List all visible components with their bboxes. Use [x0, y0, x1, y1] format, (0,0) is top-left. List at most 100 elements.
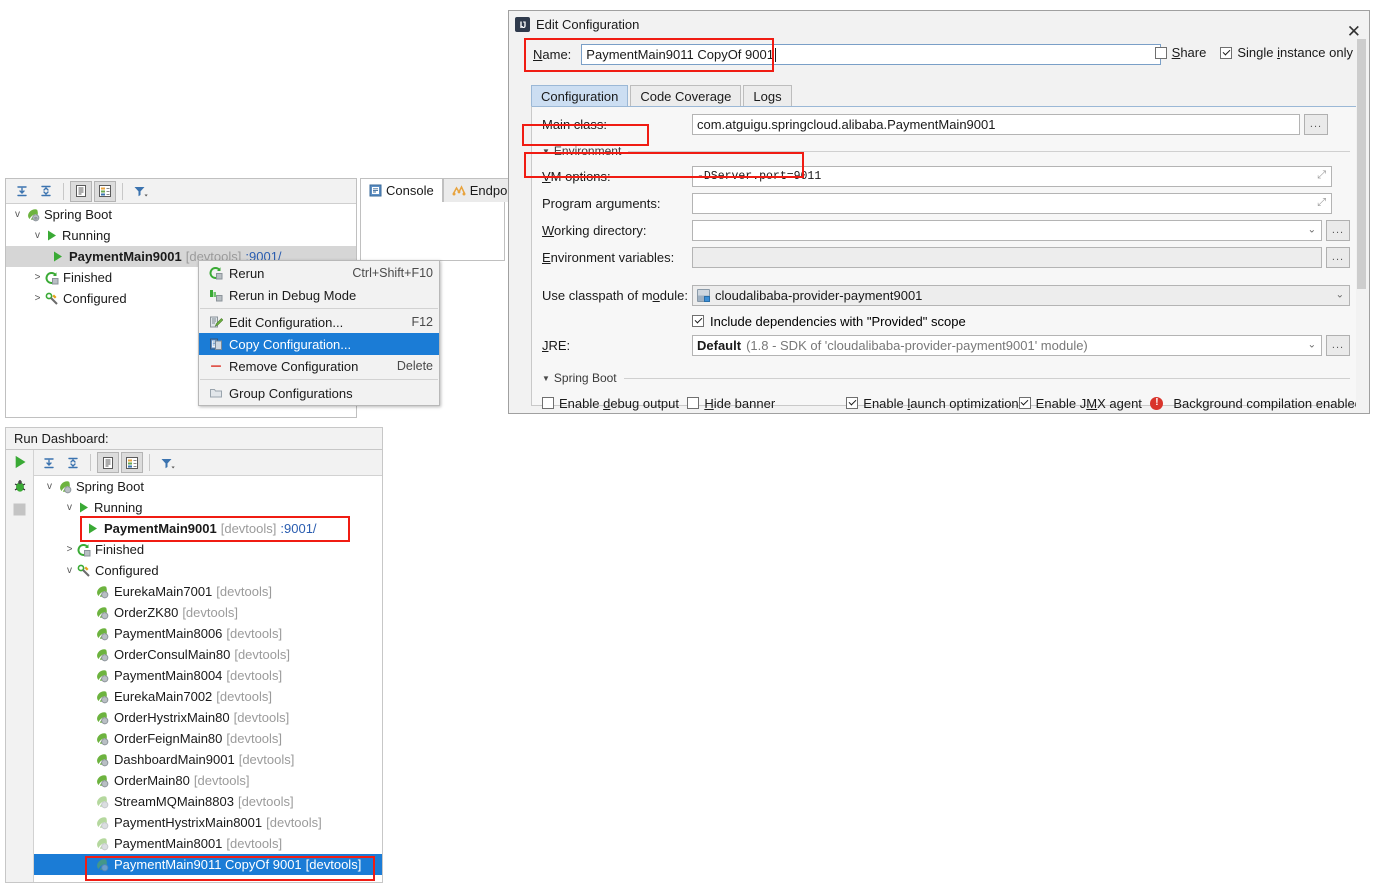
debug-rerun-icon: [205, 288, 227, 302]
main-class-input[interactable]: com.atguigu.springcloud.alibaba.PaymentM…: [692, 113, 1300, 135]
jre-browse-button[interactable]: ...: [1326, 334, 1350, 356]
tab-configuration[interactable]: Configuration: [531, 85, 629, 107]
tree-row-config[interactable]: EurekaMain7001 [devtools]: [34, 581, 382, 602]
tree-row-config[interactable]: PaymentMain8001 [devtools]: [34, 833, 382, 854]
checkbox-box[interactable]: [1154, 46, 1167, 59]
chevron-right-icon[interactable]: >: [30, 293, 45, 304]
checkbox-box[interactable]: [846, 397, 859, 409]
tree-row-configured[interactable]: v Configured: [34, 560, 382, 581]
enable-launch-optimization-checkbox[interactable]: Enable launch optimization: [846, 396, 1019, 411]
chevron-right-icon[interactable]: >: [62, 544, 77, 555]
chevron-down-icon[interactable]: v: [30, 230, 45, 241]
chevron-down-icon[interactable]: ▼: [542, 374, 550, 383]
tree-row-running[interactable]: v Running: [34, 497, 382, 518]
tab-code-coverage[interactable]: Code Coverage: [630, 85, 742, 107]
scrollbar-thumb[interactable]: [1357, 39, 1366, 289]
menu-item-remove-configuration[interactable]: Remove Configuration Delete: [199, 355, 439, 377]
tree-row-config[interactable]: OrderMain80 [devtools]: [34, 770, 382, 791]
tree-row[interactable]: v Running: [6, 225, 356, 246]
tree-row-config[interactable]: PaymentMain8006 [devtools]: [34, 623, 382, 644]
tree-row-config[interactable]: DashboardMain9001 [devtools]: [34, 749, 382, 770]
chevron-down-icon[interactable]: ⌄: [1308, 225, 1316, 236]
chevron-down-icon[interactable]: ⌄: [1336, 290, 1344, 301]
menu-item-edit-configuration[interactable]: Edit Configuration... F12: [199, 311, 439, 333]
checkbox-box[interactable]: [542, 397, 554, 409]
collapse-all-icon[interactable]: [62, 452, 84, 473]
chevron-right-icon[interactable]: >: [30, 272, 45, 283]
dialog-options: Share Single instance only: [1154, 45, 1353, 60]
chevron-down-icon[interactable]: ⌄: [1308, 340, 1316, 351]
menu-item-rerun-debug[interactable]: Rerun in Debug Mode: [199, 284, 439, 306]
menu-item-rerun[interactable]: Rerun Ctrl+Shift+F10: [199, 262, 439, 284]
tree-row-spring-boot[interactable]: v Spring Boot: [34, 476, 382, 497]
chevron-down-icon[interactable]: v: [62, 565, 77, 576]
debug-bug-icon[interactable]: [12, 478, 28, 494]
menu-separator: [200, 308, 438, 309]
menu-item-copy-configuration[interactable]: Copy Configuration...: [199, 333, 439, 355]
tree-label: EurekaMain7001: [114, 584, 213, 599]
tree-row-config[interactable]: OrderFeignMain80 [devtools]: [34, 728, 382, 749]
tree-row[interactable]: v ◎ Spring Boot: [6, 204, 356, 225]
main-class-browse-button[interactable]: ...: [1304, 113, 1328, 135]
tree-row-selected-config[interactable]: PaymentMain9011 CopyOf 9001 [devtools]: [34, 854, 382, 875]
checkbox-box[interactable]: [692, 315, 704, 327]
include-dependencies-checkbox[interactable]: Include dependencies with "Provided" sco…: [692, 310, 966, 332]
filter-icon[interactable]: [156, 452, 178, 473]
expand-all-icon[interactable]: [38, 452, 60, 473]
enable-debug-output-checkbox[interactable]: Enable debug output: [542, 396, 687, 411]
expand-editor-icon[interactable]: ⤢: [1317, 170, 1326, 182]
tree-row-config[interactable]: EurekaMain7002 [devtools]: [34, 686, 382, 707]
environment-variables-input[interactable]: [692, 246, 1322, 268]
name-label: Name:: [533, 47, 572, 62]
single-instance-checkbox[interactable]: Single instance only: [1220, 45, 1353, 60]
group-config-icon: [205, 386, 227, 400]
dialog-scrollbar[interactable]: [1356, 39, 1367, 411]
vm-options-input[interactable]: -DServer.port=9011 ⤢: [692, 165, 1332, 187]
classpath-dropdown[interactable]: cloudalibaba-provider-payment9001 ⌄: [692, 284, 1350, 306]
port-link[interactable]: :9001/: [280, 521, 316, 536]
working-directory-input[interactable]: ⌄: [692, 219, 1322, 241]
tree-row-config[interactable]: OrderConsulMain80 [devtools]: [34, 644, 382, 665]
expand-editor-icon[interactable]: ⤢: [1317, 197, 1326, 210]
jre-dropdown[interactable]: Default (1.8 - SDK of 'cloudalibaba-prov…: [692, 334, 1322, 356]
chevron-down-icon[interactable]: v: [62, 502, 77, 513]
environment-variables-browse-button[interactable]: ...: [1326, 246, 1350, 268]
group-by-type-icon[interactable]: [94, 180, 116, 202]
run-green-icon[interactable]: [12, 454, 28, 470]
tree-row-finished[interactable]: > Finished: [34, 539, 382, 560]
share-checkbox[interactable]: Share: [1154, 45, 1206, 60]
program-arguments-input[interactable]: ⤢: [692, 192, 1332, 214]
working-directory-browse-button[interactable]: ...: [1326, 219, 1350, 241]
show-configurations-icon[interactable]: [70, 180, 92, 202]
collapse-all-icon[interactable]: [35, 181, 57, 202]
enable-jmx-agent-checkbox[interactable]: Enable JMX agent: [1018, 396, 1151, 411]
edit-configuration-dialog: IJ Edit Configuration ✕ Name: PaymentMai…: [508, 10, 1370, 414]
tree-row-config[interactable]: OrderZK80 [devtools]: [34, 602, 382, 623]
chevron-down-icon[interactable]: ▼: [542, 147, 550, 156]
expand-all-icon[interactable]: [11, 181, 33, 202]
environment-section-header[interactable]: ▼ Environment: [542, 143, 1350, 159]
chevron-down-icon[interactable]: v: [42, 481, 57, 492]
menu-item-group-configurations[interactable]: Group Configurations: [199, 382, 439, 404]
spring-boot-section-header[interactable]: ▼ Spring Boot: [542, 370, 1350, 386]
spring-boot-icon: [94, 647, 109, 662]
tree-row-config[interactable]: PaymentMain8004 [devtools]: [34, 665, 382, 686]
checkbox-box[interactable]: [1018, 397, 1031, 409]
hide-banner-checkbox[interactable]: Hide banner: [687, 396, 846, 411]
tab-console[interactable]: Console: [360, 178, 443, 202]
vm-options-value: -DServer.port=9011: [697, 169, 822, 183]
chevron-down-icon[interactable]: v: [10, 209, 25, 220]
spring-boot-icon: [94, 836, 109, 851]
checkbox-box[interactable]: [687, 397, 700, 409]
name-input[interactable]: PaymentMain9011 CopyOf 9001: [581, 44, 1162, 65]
show-configurations-icon[interactable]: [97, 452, 119, 473]
group-by-type-icon[interactable]: [121, 452, 143, 473]
tree-row-config[interactable]: PaymentHystrixMain8001 [devtools]: [34, 812, 382, 833]
filter-icon[interactable]: [129, 181, 151, 202]
tree-row-config[interactable]: StreamMQMain8803 [devtools]: [34, 791, 382, 812]
checkbox-box[interactable]: [1220, 46, 1233, 59]
stop-square-icon[interactable]: [12, 502, 27, 517]
tree-row-config[interactable]: OrderHystrixMain80 [devtools]: [34, 707, 382, 728]
tab-logs[interactable]: Logs: [743, 85, 792, 107]
tree-row-payment9001-running[interactable]: PaymentMain9001 [devtools] :9001/: [34, 518, 382, 539]
